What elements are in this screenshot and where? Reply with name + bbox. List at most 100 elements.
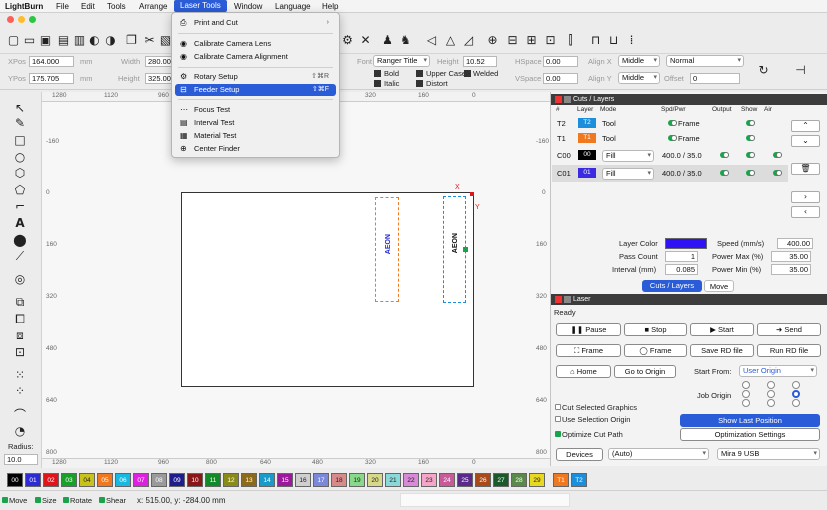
palette-swatch-08[interactable]: 08 bbox=[151, 473, 167, 487]
rotate-checkbox[interactable] bbox=[63, 497, 69, 503]
rotate-toggle[interactable]: Rotate bbox=[63, 496, 92, 506]
palette-swatch-07[interactable]: 07 bbox=[133, 473, 149, 487]
cut-selected-checkbox[interactable] bbox=[555, 404, 561, 410]
palette-swatch-20[interactable]: 20 bbox=[367, 473, 383, 487]
palette-swatch-28[interactable]: 28 bbox=[511, 473, 527, 487]
layer-color-swatch[interactable]: 00 bbox=[578, 150, 596, 160]
import-icon[interactable]: ▣ bbox=[38, 33, 53, 48]
distribute-icon[interactable]: ⫿ bbox=[563, 33, 578, 48]
job-origin-radio-bl[interactable] bbox=[742, 399, 750, 407]
menu-item-calibrate-camera-alignment[interactable]: ◉ Calibrate Camera Alignment bbox=[172, 51, 339, 63]
use-selection-origin-option[interactable]: Use Selection Origin bbox=[555, 415, 630, 425]
rotate-icon[interactable]: ◿ bbox=[461, 33, 476, 48]
palette-swatch-01[interactable]: 01 bbox=[25, 473, 41, 487]
rounded-corner-icon[interactable]: ◔ bbox=[12, 424, 28, 438]
job-origin-radio-tc[interactable] bbox=[767, 381, 775, 389]
mirror-v-icon[interactable]: △ bbox=[443, 33, 458, 48]
air-toggle[interactable] bbox=[773, 152, 782, 158]
frame-toggle[interactable] bbox=[668, 135, 677, 141]
text-tool-icon[interactable]: A bbox=[12, 216, 28, 230]
hspace-input[interactable]: 0.00 bbox=[543, 56, 578, 67]
menu-item-focus-test[interactable]: ⋯ Focus Test bbox=[172, 104, 339, 116]
text-mode-select[interactable]: Normal bbox=[666, 55, 744, 67]
zoom-window-button[interactable] bbox=[29, 16, 36, 23]
job-origin-radio-bc[interactable] bbox=[767, 399, 775, 407]
layer-color-picker[interactable] bbox=[665, 238, 707, 249]
grid-icon[interactable]: ⁞ bbox=[624, 33, 639, 48]
menu-item-interval-test[interactable]: ▤ Interval Test bbox=[172, 117, 339, 129]
power-max-input[interactable]: 35.00 bbox=[771, 251, 811, 262]
close-panel-icon[interactable] bbox=[555, 96, 562, 103]
edit-nodes-icon[interactable]: ✎ bbox=[12, 116, 28, 130]
menu-tools[interactable]: Tools bbox=[107, 1, 126, 12]
power-min-input[interactable]: 35.00 bbox=[771, 264, 811, 275]
close-window-button[interactable] bbox=[7, 16, 14, 23]
output-toggle[interactable] bbox=[720, 152, 729, 158]
align-center-icon[interactable]: ⊞ bbox=[524, 33, 539, 48]
menu-window[interactable]: Window bbox=[234, 1, 262, 12]
palette-swatch-14[interactable]: 14 bbox=[259, 473, 275, 487]
palette-swatch-17[interactable]: 17 bbox=[313, 473, 329, 487]
settings-icon[interactable]: ⚙ bbox=[340, 33, 355, 48]
palette-swatch-21[interactable]: 21 bbox=[385, 473, 401, 487]
show-toggle[interactable] bbox=[746, 152, 755, 158]
mode-select[interactable]: Fill bbox=[602, 150, 654, 162]
job-origin-radio-mr[interactable] bbox=[792, 390, 800, 398]
device-select[interactable]: Mira 9 USB bbox=[717, 448, 820, 460]
show-last-position-button[interactable]: Show Last Position bbox=[680, 414, 820, 427]
job-origin-radio-ml[interactable] bbox=[742, 390, 750, 398]
layer-row-t1[interactable]: T1 T1 Tool Frame bbox=[552, 130, 788, 147]
menu-item-feeder-setup[interactable]: ⊟ Feeder Setup ⇧⌘F bbox=[175, 84, 336, 96]
refresh-icon[interactable]: ↻ bbox=[756, 63, 771, 78]
job-origin-radio-tl[interactable] bbox=[742, 381, 750, 389]
open-file-icon[interactable]: ▭ bbox=[22, 33, 37, 48]
stop-button[interactable]: ■ Stop bbox=[624, 323, 687, 336]
welded-checkbox[interactable] bbox=[464, 70, 471, 77]
copy-icon[interactable]: ❐ bbox=[124, 33, 139, 48]
height-input[interactable]: 325.00 bbox=[145, 73, 173, 84]
move-checkbox[interactable] bbox=[2, 497, 8, 503]
offset-shapes-icon[interactable]: ◎ bbox=[12, 272, 28, 286]
palette-swatch-02[interactable]: 02 bbox=[43, 473, 59, 487]
weld-icon[interactable]: ⧉ bbox=[12, 295, 28, 309]
group-icon[interactable]: ♟ bbox=[380, 33, 395, 48]
layer-color-swatch[interactable]: T1 bbox=[578, 133, 596, 143]
italic-checkbox[interactable] bbox=[374, 80, 381, 87]
align-left-icon[interactable]: ⊟ bbox=[505, 33, 520, 48]
show-toggle[interactable] bbox=[746, 135, 755, 141]
frame-outline-blue[interactable]: AEON bbox=[443, 196, 468, 303]
minimize-window-button[interactable] bbox=[18, 16, 25, 23]
job-origin-radio-br[interactable] bbox=[792, 399, 800, 407]
menu-item-print-and-cut[interactable]: ⎙ Print and Cut › bbox=[172, 17, 339, 29]
upper-case-checkbox[interactable] bbox=[416, 70, 423, 77]
show-toggle[interactable] bbox=[746, 120, 755, 126]
menu-arrange[interactable]: Arrange bbox=[139, 1, 167, 12]
previous-button[interactable]: ‹ bbox=[791, 206, 820, 218]
palette-swatch-26[interactable]: 26 bbox=[475, 473, 491, 487]
delete-layer-button[interactable]: 🗑 bbox=[791, 163, 820, 175]
palette-swatch-10[interactable]: 10 bbox=[187, 473, 203, 487]
home-button[interactable]: ⌂ Home bbox=[556, 365, 611, 378]
next-button[interactable]: › bbox=[791, 191, 820, 203]
palette-swatch-t2[interactable]: T2 bbox=[571, 473, 587, 487]
line-tool-icon[interactable]: ⌐ bbox=[12, 199, 28, 213]
pentagon-tool-icon[interactable]: ⬠ bbox=[12, 183, 28, 197]
palette-swatch-25[interactable]: 25 bbox=[457, 473, 473, 487]
job-origin-radio-mc[interactable] bbox=[767, 390, 775, 398]
shear-checkbox[interactable] bbox=[99, 497, 105, 503]
menu-help[interactable]: Help bbox=[322, 1, 338, 12]
palette-swatch-05[interactable]: 05 bbox=[97, 473, 113, 487]
layer-row-c01[interactable]: C01 01 Fill 400.0 / 35.0 bbox=[552, 165, 788, 182]
optimize-cut-path-checkbox[interactable] bbox=[555, 431, 561, 437]
frame-circle-button[interactable]: ◯ Frame bbox=[624, 344, 687, 357]
run-rd-file-button[interactable]: Run RD file bbox=[757, 344, 821, 357]
float-panel-icon[interactable] bbox=[564, 96, 571, 103]
job-origin-radio-tr[interactable] bbox=[792, 381, 800, 389]
redo-icon[interactable]: ◑ bbox=[103, 33, 118, 48]
send-button[interactable]: ➜ Send bbox=[757, 323, 821, 336]
palette-swatch-09[interactable]: 09 bbox=[169, 473, 185, 487]
vspace-input[interactable]: 0.00 bbox=[543, 73, 578, 84]
use-selection-origin-checkbox[interactable] bbox=[555, 416, 561, 422]
distribute-h-icon[interactable]: ⊓ bbox=[588, 33, 603, 48]
palette-swatch-18[interactable]: 18 bbox=[331, 473, 347, 487]
